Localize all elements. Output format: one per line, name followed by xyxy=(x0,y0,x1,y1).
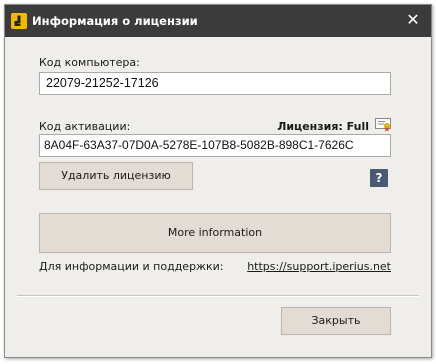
computer-code-label: Код компьютера: xyxy=(39,56,140,69)
activation-code-label: Код активации: xyxy=(39,120,131,133)
more-information-button[interactable]: More information xyxy=(39,213,391,253)
computer-code-field[interactable]: 22079-21252-17126 xyxy=(39,72,391,95)
certificate-icon xyxy=(375,118,391,132)
license-status: Лицензия: Full xyxy=(277,120,369,133)
window-title: Информация о лицензии xyxy=(32,14,198,28)
license-info-dialog: Информация о лицензии ✕ Код компьютера: … xyxy=(4,4,432,358)
close-icon[interactable]: ✕ xyxy=(405,12,421,28)
activation-code-field[interactable]: 8A04F-63A37-07D0A-5278E-107B8-5082B-898C… xyxy=(39,134,391,157)
app-logo-icon xyxy=(11,13,27,29)
support-link[interactable]: https://support.iperius.net xyxy=(247,260,391,273)
footer-separator xyxy=(17,295,419,297)
help-icon[interactable]: ? xyxy=(370,169,388,187)
title-bar[interactable]: Информация о лицензии ✕ xyxy=(5,5,431,37)
remove-license-button[interactable]: Удалить лицензию xyxy=(39,162,193,190)
close-button[interactable]: Закрыть xyxy=(281,307,391,335)
support-label: Для информации и поддержки: xyxy=(39,260,224,273)
